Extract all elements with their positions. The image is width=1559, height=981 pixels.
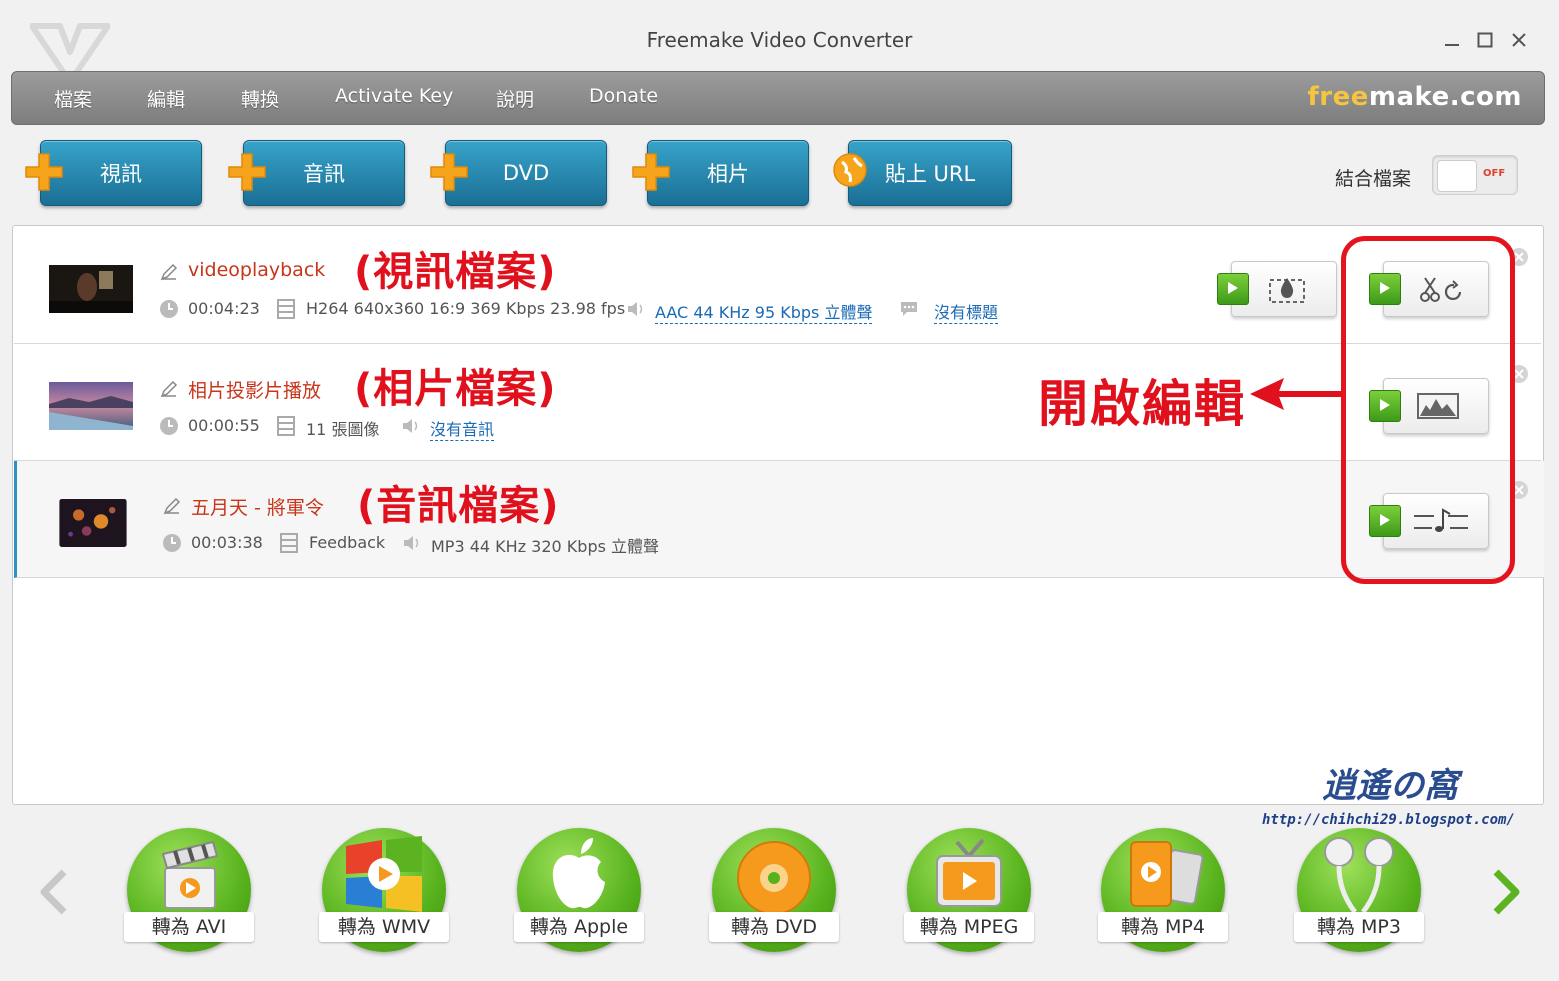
- plus-icon: [430, 153, 468, 191]
- minimize-icon: [1445, 44, 1459, 46]
- menu-help[interactable]: 說明: [496, 85, 534, 112]
- rename-pencil-icon[interactable]: [163, 497, 181, 515]
- window-title: Freemake Video Converter: [646, 28, 913, 52]
- menu-activate-key[interactable]: Activate Key: [335, 85, 453, 107]
- plus-icon: [228, 153, 266, 191]
- file-name[interactable]: 相片投影片播放: [188, 376, 321, 403]
- file-name[interactable]: 五月天 - 將軍令: [191, 493, 324, 520]
- speaker-icon: [404, 536, 419, 550]
- file-duration: 00:03:38: [191, 533, 263, 552]
- play-preview-button[interactable]: [1217, 273, 1249, 305]
- windows-media-icon: [346, 836, 422, 912]
- convert-to-mp3-button[interactable]: 轉為 MP3: [1294, 828, 1424, 952]
- watermark-url: http://chihchi29.blogspot.com/: [1262, 812, 1515, 828]
- close-icon: [1512, 33, 1526, 47]
- subtitle-link[interactable]: 沒有標題: [934, 299, 999, 324]
- paste-url-button[interactable]: 貼上 URL: [848, 140, 1012, 206]
- add-dvd-button[interactable]: DVD: [445, 140, 607, 206]
- watermark-text: 逍遙の窩: [1322, 766, 1458, 806]
- chevron-right-icon[interactable]: [1486, 868, 1526, 916]
- format-label: 轉為 DVD: [709, 912, 839, 942]
- film-icon: [277, 299, 295, 319]
- format-label: 轉為 AVI: [124, 912, 254, 942]
- menu-file[interactable]: 檔案: [54, 85, 92, 112]
- audio-track-link[interactable]: AAC 44 KHz 95 Kbps 立體聲: [655, 299, 873, 324]
- dvd-disc-icon: [737, 841, 811, 915]
- play-icon: [1228, 282, 1238, 294]
- mobile-device-icon: [1130, 841, 1204, 907]
- photo-thumbnail: [49, 382, 133, 430]
- file-type-annotation: (相片檔案): [354, 366, 557, 412]
- speaker-icon: [628, 302, 643, 316]
- merge-files-toggle[interactable]: OFF: [1432, 155, 1518, 195]
- file-row[interactable]: 五月天 - 將軍令 (音訊檔案) 00:03:38 Feedback MP3 4…: [14, 461, 1544, 578]
- video-info: H264 640x360 16:9 369 Kbps 23.98 fps: [306, 299, 626, 318]
- add-audio-button[interactable]: 音訊: [243, 140, 405, 206]
- apple-logo-icon: [552, 838, 605, 909]
- video-thumbnail: [49, 265, 133, 313]
- audio-info: MP3 44 KHz 320 Kbps 立體聲: [431, 537, 660, 556]
- clapperboard-icon: [161, 840, 219, 909]
- close-window-button[interactable]: [1505, 26, 1533, 54]
- annotation-highlight-box: [1341, 236, 1515, 584]
- tv-icon: [936, 838, 1002, 907]
- file-row[interactable]: videoplayback (視訊檔案) 00:04:23 H264 640x3…: [14, 227, 1541, 344]
- brand-link[interactable]: freemake.com: [1307, 82, 1522, 112]
- file-duration: 00:04:23: [188, 299, 260, 318]
- file-duration: 00:00:55: [188, 416, 260, 435]
- convert-to-avi-button[interactable]: 轉為 AVI: [124, 828, 254, 952]
- format-label: 轉為 MP3: [1294, 912, 1424, 942]
- format-label: 轉為 Apple: [514, 912, 644, 942]
- menu-edit[interactable]: 編輯: [147, 85, 185, 112]
- format-label: 轉為 MP4: [1098, 912, 1228, 942]
- file-name[interactable]: videoplayback: [188, 259, 325, 281]
- menu-bar: 檔案 編輯 轉換 Activate Key 說明 Donate freemake…: [11, 71, 1545, 125]
- toggle-state-label: OFF: [1483, 168, 1506, 179]
- file-type-annotation: (音訊檔案): [357, 483, 560, 529]
- file-type-annotation: (視訊檔案): [354, 249, 557, 295]
- speaker-icon: [403, 419, 418, 433]
- annotation-arrow-icon: [1250, 378, 1342, 410]
- video-info: Feedback: [309, 533, 386, 552]
- format-label: 轉為 WMV: [319, 912, 449, 942]
- format-label: 轉為 MPEG: [904, 912, 1034, 942]
- minimize-button[interactable]: [1438, 26, 1466, 54]
- menu-convert[interactable]: 轉換: [241, 85, 279, 112]
- plus-icon: [632, 153, 670, 191]
- earphones-icon: [1324, 837, 1394, 914]
- add-video-button[interactable]: 視訊: [40, 140, 202, 206]
- clock-icon: [160, 417, 178, 435]
- globe-icon: [833, 153, 867, 187]
- maximize-icon: [1477, 32, 1493, 48]
- convert-to-mpeg-button[interactable]: 轉為 MPEG: [904, 828, 1034, 952]
- annotation-label: 開啟編輯: [1038, 375, 1246, 433]
- convert-to-apple-button[interactable]: 轉為 Apple: [514, 828, 644, 952]
- image-count: 11 張圖像: [306, 420, 380, 439]
- rename-pencil-icon[interactable]: [160, 263, 178, 281]
- menu-donate[interactable]: Donate: [589, 85, 658, 107]
- clock-icon: [163, 534, 181, 552]
- convert-to-wmv-button[interactable]: 轉為 WMV: [319, 828, 449, 952]
- convert-to-dvd-button[interactable]: 轉為 DVD: [709, 828, 839, 952]
- add-photo-button[interactable]: 相片: [647, 140, 809, 206]
- clock-icon: [160, 300, 178, 318]
- maximize-button[interactable]: [1471, 26, 1499, 54]
- watermark-icon: [1269, 278, 1305, 303]
- convert-to-mp4-button[interactable]: 轉為 MP4: [1098, 828, 1228, 952]
- chevron-left-icon[interactable]: [34, 868, 74, 916]
- subtitle-bubble-icon: [901, 302, 917, 316]
- film-icon: [280, 533, 298, 553]
- rename-pencil-icon[interactable]: [160, 380, 178, 398]
- audio-thumbnail: [59, 499, 127, 547]
- film-icon: [277, 416, 295, 436]
- plus-icon: [25, 153, 63, 191]
- toggle-knob: [1437, 160, 1477, 192]
- audio-track-link[interactable]: 沒有音訊: [430, 416, 495, 441]
- file-list: videoplayback (視訊檔案) 00:04:23 H264 640x3…: [12, 225, 1544, 805]
- merge-files-label: 結合檔案: [1335, 168, 1412, 190]
